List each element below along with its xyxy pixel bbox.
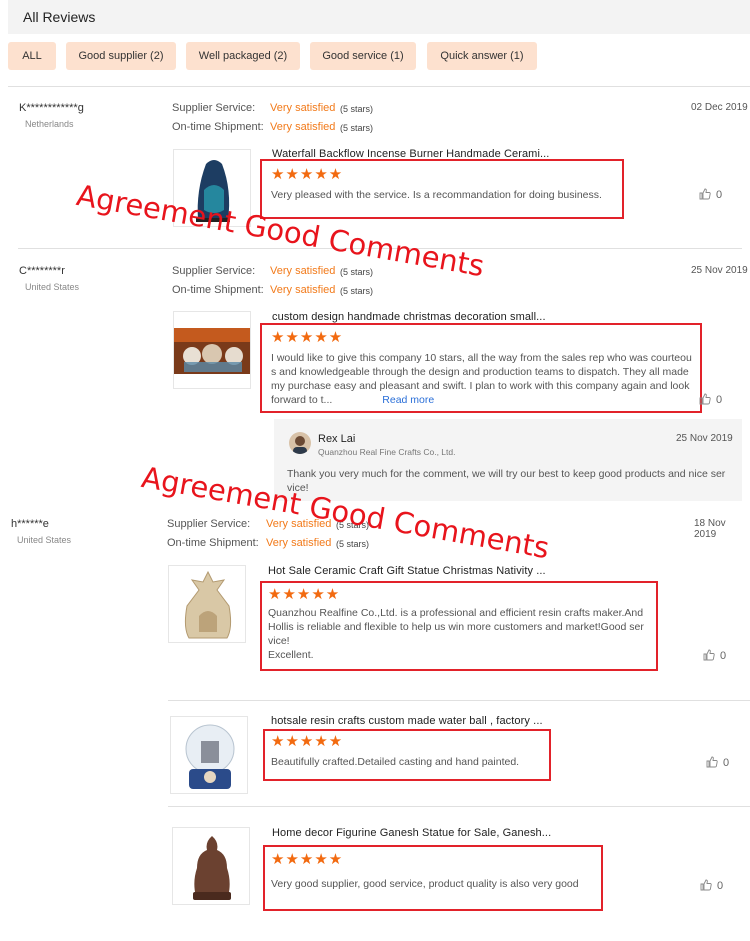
supplier-service-rating: Very satisfied	[270, 102, 336, 114]
thumbs-up-icon	[706, 756, 718, 768]
reviews-header: All Reviews	[8, 0, 750, 34]
review-date: 02 Dec 2019	[691, 102, 748, 113]
product-title[interactable]: Home decor Figurine Ganesh Statue for Sa…	[272, 827, 551, 839]
like-button[interactable]: 0	[700, 879, 723, 892]
rating-stars-text: (5 stars)	[340, 286, 374, 296]
read-more-link[interactable]: Read more	[382, 394, 434, 406]
review-comment: Beautifully crafted.Detailed casting and…	[271, 756, 520, 768]
filter-good-supplier[interactable]: Good supplier (2)	[66, 42, 176, 70]
product-thumbnail[interactable]	[173, 149, 251, 227]
supplier-service-rating: Very satisfied	[266, 518, 332, 530]
buyer-name: C********r	[19, 265, 65, 277]
rating-stars-text: (5 stars)	[340, 267, 374, 277]
avatar	[289, 432, 311, 454]
rating-stars-text: (5 stars)	[340, 104, 374, 114]
like-button[interactable]: 0	[699, 188, 722, 201]
product-title[interactable]: hotsale resin crafts custom made water b…	[271, 715, 543, 727]
supplier-service-rating: Very satisfied	[270, 265, 336, 277]
buyer-country: United States	[25, 282, 80, 292]
review-comment: Very good supplier, good service, produc…	[271, 878, 579, 890]
thumbs-up-icon	[703, 649, 715, 661]
product-thumbnail[interactable]	[170, 716, 248, 794]
rating-stars-text: (5 stars)	[340, 123, 374, 133]
divider	[18, 248, 742, 249]
supplier-service-label: Supplier Service:	[172, 102, 256, 114]
divider	[168, 700, 750, 701]
like-count: 0	[723, 757, 730, 769]
ontime-shipment-label: On-time Shipment:	[167, 537, 259, 549]
buyer-country: Netherlands	[25, 119, 74, 129]
ontime-shipment-label: On-time Shipment:	[172, 121, 264, 133]
buyer-name: K************g	[19, 102, 84, 114]
five-star-icon: ★★★★★	[271, 733, 344, 750]
like-count: 0	[720, 650, 727, 662]
thumbs-up-icon	[699, 393, 711, 405]
product-thumbnail[interactable]	[172, 827, 250, 905]
product-thumbnail[interactable]	[168, 565, 246, 643]
page-title: All Reviews	[23, 9, 96, 25]
rating-stars-text: (5 stars)	[336, 520, 370, 530]
review-comment-text: I would like to give this company 10 sta…	[271, 352, 692, 406]
product-thumbnail[interactable]	[173, 311, 251, 389]
reply-company: Quanzhou Real Fine Crafts Co., Ltd.	[318, 447, 456, 457]
ontime-shipment-label: On-time Shipment:	[172, 284, 264, 296]
divider	[168, 806, 750, 807]
five-star-icon: ★★★★★	[271, 166, 344, 183]
reply-author: Rex Lai	[318, 433, 356, 445]
ontime-shipment-rating: Very satisfied	[266, 537, 332, 549]
buyer-country: United States	[17, 535, 72, 545]
review-date: 25 Nov 2019	[691, 265, 748, 276]
filter-quick-answer[interactable]: Quick answer (1)	[427, 42, 537, 70]
thumbs-up-icon	[699, 188, 711, 200]
ontime-shipment-rating: Very satisfied	[270, 121, 336, 133]
review-comment: Very pleased with the service. Is a reco…	[271, 189, 602, 201]
supplier-reply: Rex Lai Quanzhou Real Fine Crafts Co., L…	[274, 419, 742, 501]
reply-date: 25 Nov 2019	[676, 433, 733, 444]
buyer-name: h******e	[11, 518, 49, 530]
review-comment: Quanzhou Realfine Co.,Ltd. is a professi…	[268, 607, 644, 661]
product-title[interactable]: Hot Sale Ceramic Craft Gift Statue Chris…	[268, 565, 546, 577]
five-star-icon: ★★★★★	[268, 586, 341, 603]
supplier-service-label: Supplier Service:	[172, 265, 256, 277]
filter-all[interactable]: ALL	[8, 42, 56, 70]
like-button[interactable]: 0	[703, 649, 726, 662]
like-count: 0	[717, 880, 724, 892]
like-count: 0	[716, 394, 723, 406]
rating-stars-text: (5 stars)	[336, 539, 370, 549]
thumbs-up-icon	[700, 879, 712, 891]
like-button[interactable]: 0	[706, 756, 729, 769]
filter-good-service[interactable]: Good service (1)	[310, 42, 416, 70]
reply-text: Thank you very much for the comment, we …	[287, 468, 726, 494]
product-title[interactable]: custom design handmade christmas decorat…	[272, 311, 546, 323]
five-star-icon: ★★★★★	[271, 851, 344, 868]
five-star-icon: ★★★★★	[271, 329, 344, 346]
review-comment: I would like to give this company 10 sta…	[271, 351, 697, 407]
ontime-shipment-rating: Very satisfied	[270, 284, 336, 296]
like-button[interactable]: 0	[699, 393, 722, 406]
like-count: 0	[716, 189, 723, 201]
divider	[8, 86, 750, 87]
supplier-service-label: Supplier Service:	[167, 518, 251, 530]
review-date: 18 Nov 2019	[694, 518, 726, 540]
filter-well-packaged[interactable]: Well packaged (2)	[186, 42, 300, 70]
